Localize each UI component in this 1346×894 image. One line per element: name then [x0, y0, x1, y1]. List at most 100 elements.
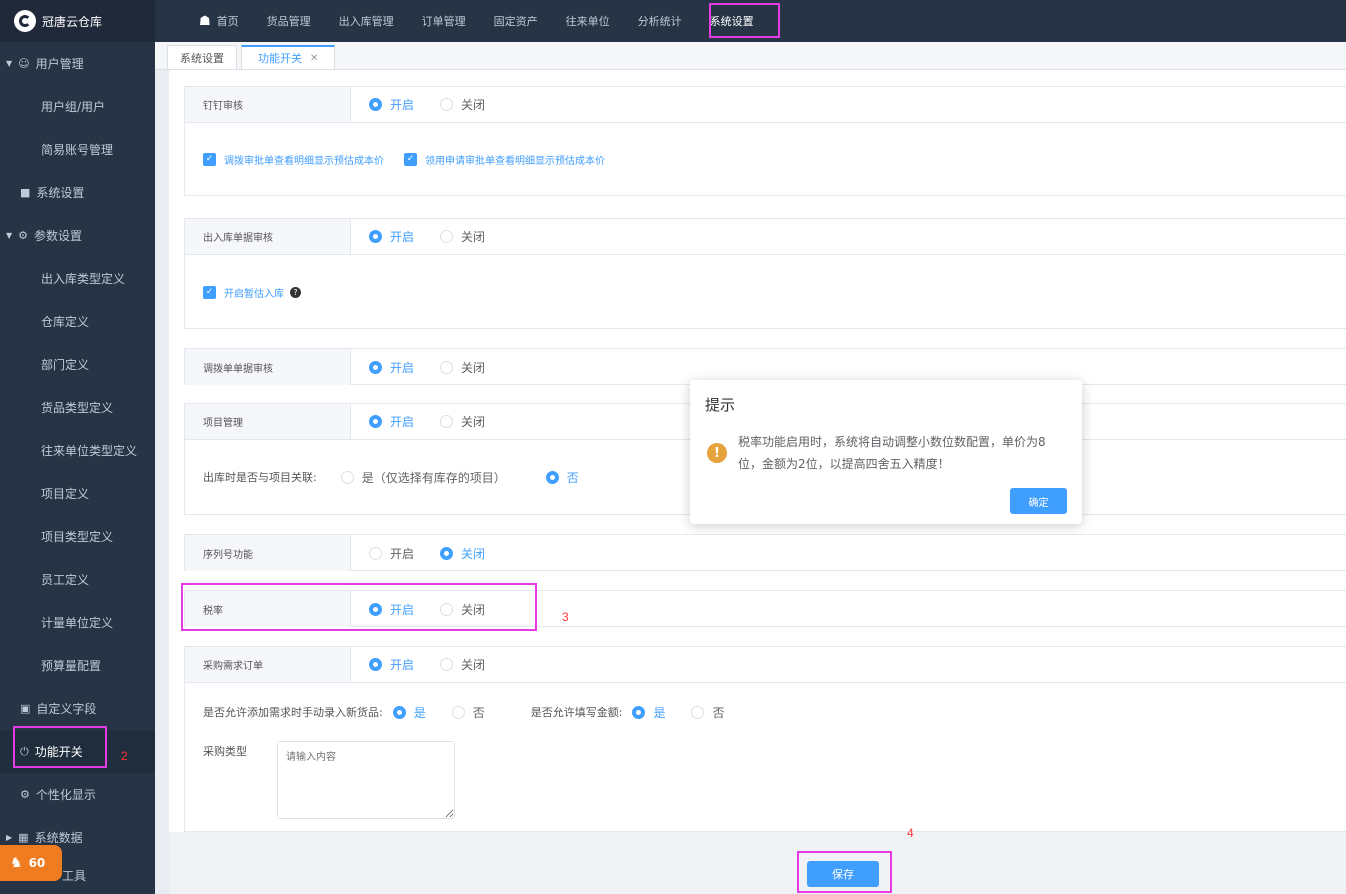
- tip-dialog: 提示 ! 税率功能启用时，系统将自动调整小数位数配置，单价为8位，金额为2位，以…: [690, 380, 1082, 524]
- nav-system-settings[interactable]: 系统设置: [710, 6, 754, 36]
- brand[interactable]: 冠唐云仓库: [0, 0, 155, 42]
- radio-transfer-on[interactable]: 开启: [369, 359, 414, 376]
- nav-inout[interactable]: 出入库管理: [339, 6, 394, 36]
- section-inout-audit: 出入库单据审核 开启 关闭 ✓ 开启暂估入库?: [184, 218, 1346, 329]
- nav-assets[interactable]: 固定资产: [494, 6, 538, 36]
- radio-project-on[interactable]: 开启: [369, 413, 414, 430]
- top-bar: 冠唐云仓库 ☗ 首页 货品管理 出入库管理 订单管理 固定资产 往来单位 分析统计…: [0, 0, 1346, 42]
- radio-amount-yes[interactable]: 是: [632, 704, 665, 721]
- monitor-icon: ■: [20, 186, 31, 199]
- caret-right-icon: ▶: [6, 833, 13, 842]
- sidebar-item-simple-account[interactable]: 简易账号管理: [0, 128, 155, 171]
- power-icon: ⏻: [20, 744, 29, 758]
- sidebar-item-user-group[interactable]: 用户组/用户: [0, 85, 155, 128]
- amount-question: 是否允许填写金额:: [530, 706, 623, 719]
- sidebar-item-custom-fields[interactable]: ▣ 自定义字段: [0, 687, 155, 730]
- warning-icon: !: [707, 443, 727, 463]
- section-label: 采购需求订单: [185, 647, 351, 682]
- checkbox-requisition-cost[interactable]: ✓ 领用申请审批单查看明细显示预估成本价: [404, 152, 605, 167]
- sidebar-item-inout-types[interactable]: 出入库类型定义: [0, 257, 155, 300]
- nav-analytics[interactable]: 分析统计: [638, 6, 682, 36]
- section-label: 税率: [185, 591, 351, 627]
- brand-name: 冠唐云仓库: [42, 14, 103, 29]
- caret-down-icon: ▼: [6, 231, 13, 240]
- sidebar-item-warehouse[interactable]: 仓库定义: [0, 300, 155, 343]
- save-button[interactable]: 保存: [807, 861, 879, 887]
- nav-home[interactable]: ☗ 首页: [199, 6, 239, 36]
- tab-system-settings[interactable]: 系统设置: [167, 45, 237, 69]
- sidebar-item-goods-types[interactable]: 货品类型定义: [0, 386, 155, 429]
- sidebar: ▼ ☺ 用户管理 用户组/用户 简易账号管理 ■ 系统设置 ▼ ⚙ 参数设置 出入库类型定…: [0, 42, 155, 894]
- radio-inout-on[interactable]: 开启: [369, 228, 414, 245]
- radio-manual-goods-yes[interactable]: 是: [392, 704, 426, 721]
- bell-icon: ♞: [10, 855, 23, 871]
- nav-orders[interactable]: 订单管理: [422, 6, 466, 36]
- sidebar-item-feature-switch[interactable]: ⏻ 功能开关: [0, 730, 155, 773]
- radio-dingding-off[interactable]: 关闭: [440, 96, 485, 113]
- radio-inout-off[interactable]: 关闭: [440, 228, 485, 245]
- nav-goods[interactable]: 货品管理: [267, 6, 311, 36]
- check-icon: ✓: [404, 152, 417, 166]
- user-icon: ☺: [18, 57, 30, 70]
- radio-tax-on[interactable]: 开启: [369, 601, 414, 618]
- radio-project-link-no[interactable]: 否: [545, 469, 579, 486]
- checkbox-provisional-stock[interactable]: ✓ 开启暂估入库?: [203, 285, 301, 300]
- section-label: 项目管理: [185, 404, 351, 439]
- sidebar-item-units[interactable]: 计量单位定义: [0, 601, 155, 644]
- dialog-message: 税率功能启用时，系统将自动调整小数位数配置，单价为8位，金额为2位，以提高四舍五…: [738, 435, 1046, 471]
- close-icon[interactable]: ✕: [310, 53, 318, 64]
- help-icon[interactable]: ?: [290, 286, 301, 298]
- save-icon: ▣: [20, 702, 31, 715]
- sidebar-item-personalize[interactable]: ⚙ 个性化显示: [0, 773, 155, 816]
- purchase-type-input[interactable]: [277, 741, 455, 819]
- radio-purchase-on[interactable]: 开启: [369, 656, 414, 673]
- annotation-4: 4: [907, 826, 914, 840]
- content-gutter: [155, 70, 169, 894]
- checkbox-transfer-cost[interactable]: ✓ 调拨审批单查看明细显示预估成本价: [203, 152, 384, 167]
- footer-bar: [169, 848, 1346, 894]
- radio-project-off[interactable]: 关闭: [440, 413, 485, 430]
- confirm-button[interactable]: 确定: [1010, 488, 1067, 514]
- annotation-3: 3: [562, 610, 569, 624]
- nav-partners[interactable]: 往来单位: [566, 6, 610, 36]
- section-label: 调拨单单据审核: [185, 349, 351, 385]
- sidebar-item-employee[interactable]: 员工定义: [0, 558, 155, 601]
- sidebar-item-budget[interactable]: 预算量配置: [0, 644, 155, 687]
- radio-tax-off[interactable]: 关闭: [440, 601, 485, 618]
- check-icon: ✓: [203, 152, 216, 166]
- gear-icon: ⚙: [18, 229, 29, 242]
- radio-serial-off[interactable]: 关闭: [440, 545, 485, 562]
- dialog-title: 提示: [705, 396, 736, 414]
- sidebar-item-system-settings[interactable]: ■ 系统设置: [0, 171, 155, 214]
- notification-badge[interactable]: ♞ 60: [0, 845, 62, 881]
- section-purchase: 采购需求订单 开启 关闭 是否允许添加需求时手动录入新货品: 是 否 是否允许填…: [184, 646, 1346, 832]
- radio-purchase-off[interactable]: 关闭: [440, 656, 485, 673]
- radio-dingding-on[interactable]: 开启: [369, 96, 414, 113]
- cart-icon: ▦: [18, 831, 29, 844]
- page-tabs: 系统设置 功能开关 ✕: [155, 42, 1346, 70]
- radio-manual-goods-no[interactable]: 否: [451, 704, 485, 721]
- section-dingding: 钉钉审核 开启 关闭 ✓ 调拨审批单查看明细显示预估成本价 ✓ 领用申请审批单查看明…: [184, 86, 1346, 196]
- section-serial: 序列号功能 开启 关闭: [184, 534, 1346, 571]
- sidebar-item-project[interactable]: 项目定义: [0, 472, 155, 515]
- tab-feature-switch[interactable]: 功能开关 ✕: [241, 45, 336, 69]
- radio-transfer-off[interactable]: 关闭: [440, 359, 485, 376]
- sidebar-item-user-mgmt[interactable]: ▼ ☺ 用户管理: [0, 42, 155, 85]
- brand-logo-icon: [14, 10, 36, 32]
- annotation-2: 2: [121, 749, 128, 763]
- sidebar-item-department[interactable]: 部门定义: [0, 343, 155, 386]
- sidebar-item-project-types[interactable]: 项目类型定义: [0, 515, 155, 558]
- sidebar-item-partner-types[interactable]: 往来单位类型定义: [0, 429, 155, 472]
- caret-down-icon: ▼: [6, 59, 13, 68]
- purchase-type-label: 采购类型: [203, 745, 247, 758]
- project-link-question: 出库时是否与项目关联:: [203, 471, 317, 484]
- sidebar-item-param-settings[interactable]: ▼ ⚙ 参数设置: [0, 214, 155, 257]
- radio-project-link-yes[interactable]: 是（仅选择有库存的项目）: [340, 469, 506, 486]
- radio-amount-no[interactable]: 否: [691, 704, 725, 721]
- radio-serial-on[interactable]: 开启: [369, 545, 414, 562]
- check-icon: ✓: [203, 285, 216, 299]
- section-tax: 税率 开启 关闭: [184, 590, 1346, 627]
- gear-icon: ⚙: [20, 788, 30, 801]
- section-label: 出入库单据审核: [185, 219, 351, 254]
- section-label: 钉钉审核: [185, 87, 351, 122]
